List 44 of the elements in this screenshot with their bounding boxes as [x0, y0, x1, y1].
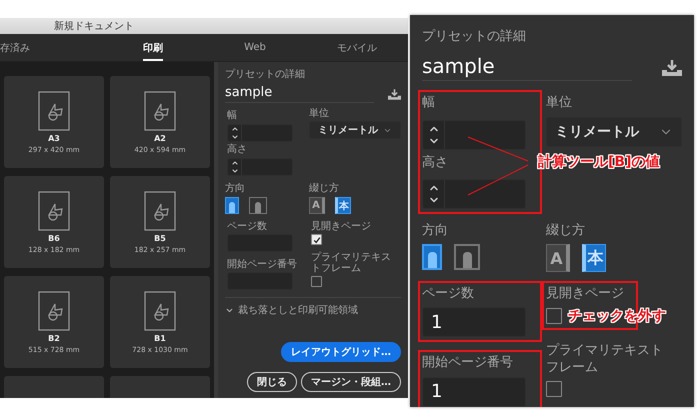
field-label: 高さ — [422, 154, 449, 171]
input-field[interactable]: 1 — [422, 376, 526, 406]
tab[interactable]: Web — [244, 36, 266, 59]
checkbox-label: 見開きページ — [311, 221, 372, 232]
field-label: 綴じ方 — [546, 222, 586, 239]
section-heading: プリセットの詳細 — [422, 29, 527, 46]
binding-button[interactable]: A — [309, 197, 325, 214]
unit-dropdown[interactable]: ミリメートル — [546, 116, 682, 146]
binding-button[interactable]: A — [546, 244, 570, 272]
field-label: 開始ページ番号 — [227, 259, 298, 270]
section-heading: プリセットの詳細 — [225, 69, 306, 80]
checkbox-label: 見開きページ — [546, 286, 625, 302]
field-label: 幅 — [422, 95, 436, 112]
dialog-button[interactable]: レイアウトグリッド… — [281, 342, 401, 362]
unit-dropdown[interactable]: ミリメートル — [309, 121, 401, 139]
checkbox-label: プライマリテキストフレーム — [311, 252, 392, 274]
binding-button[interactable]: 本 — [335, 197, 351, 214]
field-label: 高さ — [227, 144, 248, 155]
field-label: 開始ページ番号 — [422, 355, 514, 372]
dialog-button[interactable]: 閉じる — [247, 372, 297, 392]
field-label: 単位 — [546, 95, 573, 112]
field-label: 方向 — [225, 183, 246, 194]
preset-name-field[interactable]: sample — [225, 85, 374, 103]
preset-name: B2 — [48, 334, 60, 342]
tab[interactable]: モバイル — [337, 34, 377, 60]
field-label: ページ数 — [422, 286, 475, 302]
field-label: 方向 — [422, 222, 449, 239]
section-toggle[interactable]: 裁ち落としと印刷可能領域 — [238, 303, 358, 317]
preset-name: B5 — [154, 234, 166, 242]
field-label: 単位 — [309, 108, 330, 119]
preset-name: B1 — [154, 334, 166, 342]
preset-name: B6 — [48, 234, 60, 242]
field-label: 綴じ方 — [309, 183, 340, 194]
field-label: 幅 — [227, 110, 238, 121]
checkbox-label: プライマリテキストフレーム — [546, 343, 664, 376]
preset-name: A3 — [48, 134, 60, 142]
preset-name: A2 — [154, 134, 166, 142]
preset-name-field[interactable]: sample — [422, 54, 632, 82]
tab[interactable]: 存済み — [0, 34, 30, 60]
window-title: 新規ドキュメント — [54, 20, 134, 33]
input-field[interactable]: 1 — [422, 307, 526, 338]
field-label: ページ数 — [227, 221, 268, 232]
dialog-button[interactable]: マージン・段組… — [301, 372, 401, 392]
binding-button[interactable]: 本 — [582, 244, 606, 272]
